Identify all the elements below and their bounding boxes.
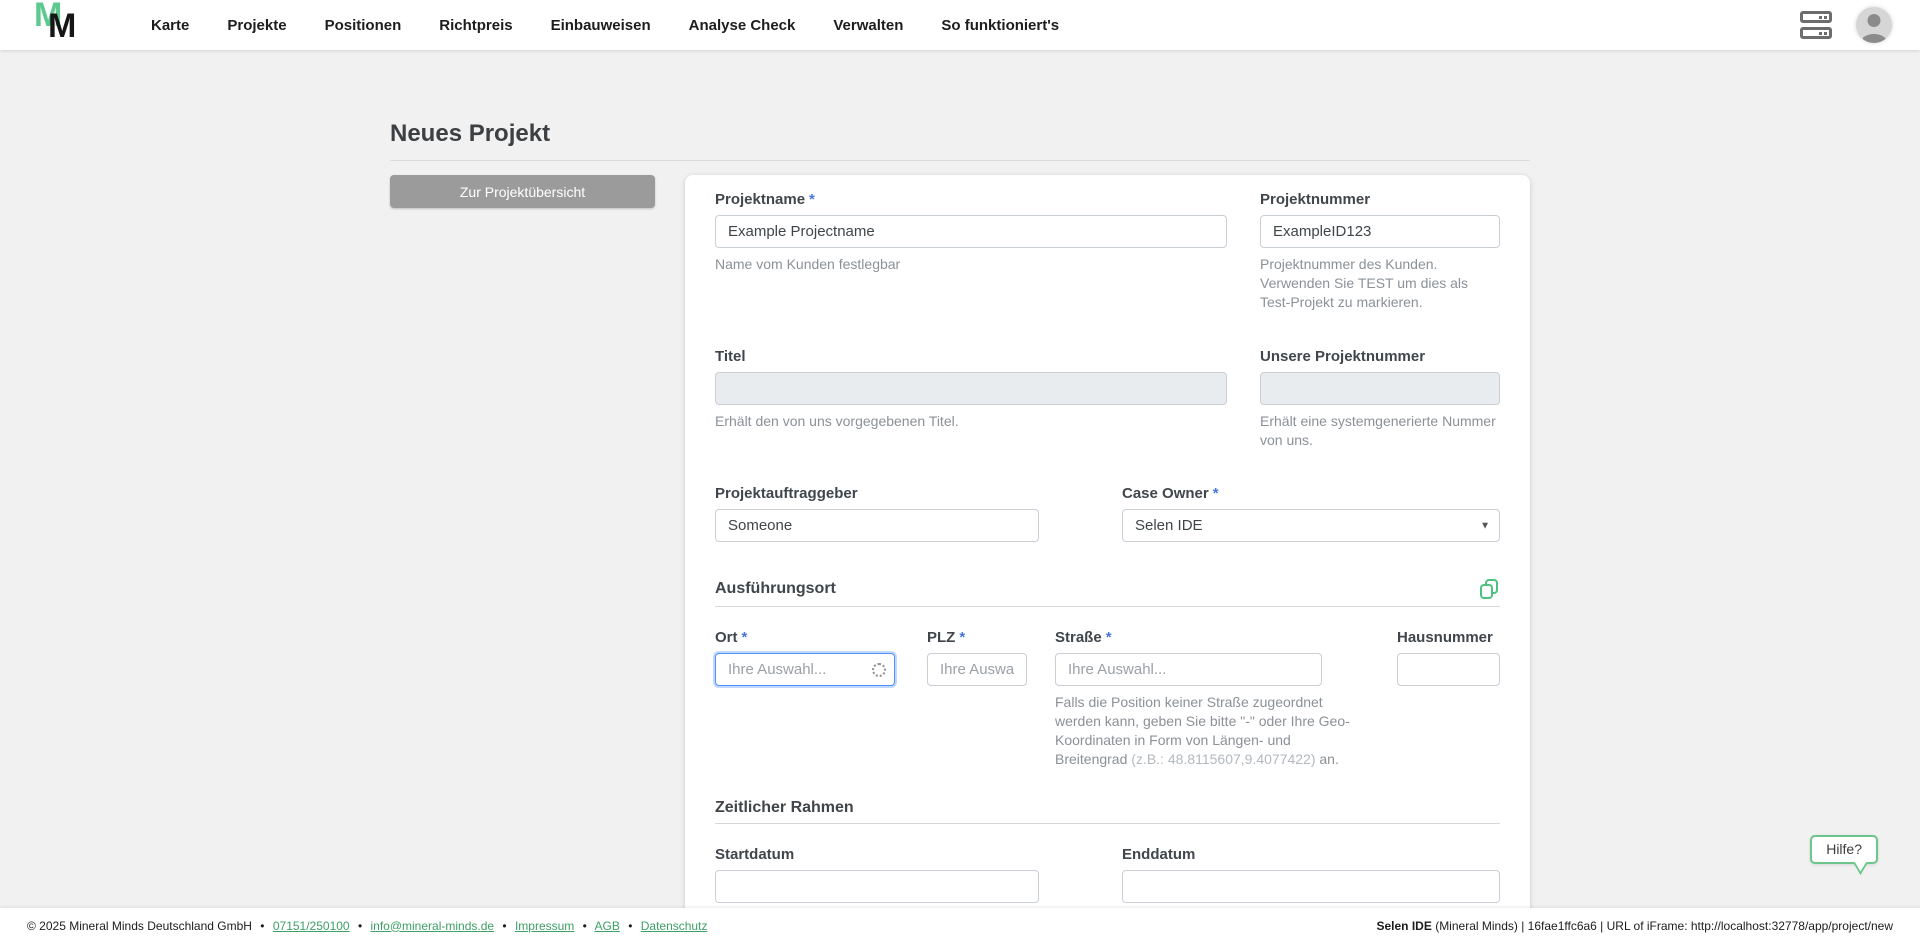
copyright-text: © 2025 Mineral Minds Deutschland GmbH — [27, 919, 252, 933]
section-divider — [715, 606, 1500, 607]
required-asterisk: * — [1213, 485, 1219, 502]
footer-link-agb[interactable]: AGB — [595, 919, 620, 933]
plz-label: PLZ* — [927, 629, 1027, 646]
startdatum-input[interactable] — [715, 870, 1039, 903]
title-divider — [390, 160, 1530, 161]
unsere-projektnummer-label: Unsere Projektnummer — [1260, 348, 1500, 365]
enddatum-label: Enddatum — [1122, 846, 1500, 863]
section-title-zeitlicher-rahmen: Zeitlicher Rahmen — [715, 799, 854, 817]
footer-left: © 2025 Mineral Minds Deutschland GmbH • … — [27, 919, 707, 933]
unsere-projektnummer-helper: Erhält eine systemgenerierte Nummer von … — [1260, 412, 1500, 450]
field-projektnummer: Projektnummer Projektnummer des Kunden. … — [1260, 191, 1500, 312]
nav-item-verwalten[interactable]: Verwalten — [814, 17, 922, 34]
page-content: Neues Projekt Zur Projektübersicht Proje… — [390, 50, 1530, 943]
help-button[interactable]: Hilfe? — [1810, 835, 1878, 864]
field-projektname: Projektname* Name vom Kunden festlegbar — [715, 191, 1227, 312]
enddatum-input[interactable] — [1122, 870, 1500, 903]
field-strasse: Straße* Falls die Position keiner Straße… — [1055, 629, 1362, 769]
section-divider — [715, 823, 1500, 824]
project-form-card: Projektname* Name vom Kunden festlegbar … — [685, 175, 1530, 931]
required-asterisk: * — [1106, 629, 1112, 646]
main-nav: Karte Projekte Positionen Richtpreis Ein… — [132, 17, 1078, 34]
strasse-input[interactable] — [1055, 653, 1322, 686]
nav-item-so-funktionierts[interactable]: So funktioniert's — [922, 17, 1078, 34]
unsere-projektnummer-input — [1260, 372, 1500, 405]
copy-icon[interactable] — [1478, 578, 1500, 600]
user-avatar-icon[interactable] — [1856, 7, 1892, 43]
nav-item-positionen[interactable]: Positionen — [306, 17, 421, 34]
field-hausnummer: Hausnummer — [1397, 629, 1500, 769]
page-title: Neues Projekt — [390, 120, 1530, 148]
footer: © 2025 Mineral Minds Deutschland GmbH • … — [0, 908, 1920, 943]
back-to-project-overview-button[interactable]: Zur Projektübersicht — [390, 175, 655, 208]
nav-item-karte[interactable]: Karte — [132, 17, 208, 34]
footer-link-impressum[interactable]: Impressum — [515, 919, 574, 933]
chevron-down-icon: ▼ — [1480, 520, 1490, 531]
field-startdatum: Startdatum — [715, 846, 1089, 903]
projektname-helper: Name vom Kunden festlegbar — [715, 255, 1227, 274]
field-projektauftraggeber: Projektauftraggeber — [715, 485, 1089, 542]
field-case-owner: Case Owner* Selen IDE ▼ — [1122, 485, 1500, 542]
projektnummer-label: Projektnummer — [1260, 191, 1500, 208]
footer-link-email[interactable]: info@mineral-minds.de — [370, 919, 494, 933]
footer-link-datenschutz[interactable]: Datenschutz — [641, 919, 708, 933]
logo-black-m: M — [48, 7, 76, 46]
loading-spinner-icon — [872, 663, 886, 677]
hausnummer-input[interactable] — [1397, 653, 1500, 686]
projektname-label: Projektname* — [715, 191, 1227, 208]
server-icon[interactable] — [1800, 11, 1832, 39]
titel-helper: Erhält den von uns vorgegebenen Titel. — [715, 412, 1227, 431]
field-enddatum: Enddatum — [1122, 846, 1500, 903]
projektname-input[interactable] — [715, 215, 1227, 248]
strasse-helper: Falls die Position keiner Straße zugeord… — [1055, 693, 1362, 769]
case-owner-label: Case Owner* — [1122, 485, 1500, 502]
projektnummer-helper: Projektnummer des Kunden. Verwenden Sie … — [1260, 255, 1500, 312]
nav-item-einbauweisen[interactable]: Einbauweisen — [532, 17, 670, 34]
required-asterisk: * — [742, 629, 748, 646]
required-asterisk: * — [809, 191, 815, 208]
projektauftraggeber-label: Projektauftraggeber — [715, 485, 1089, 502]
case-owner-select[interactable]: Selen IDE ▼ — [1122, 509, 1500, 542]
ort-label: Ort* — [715, 629, 895, 646]
server-icon-row — [1800, 27, 1832, 39]
footer-session-info: Selen IDE (Mineral Minds) | 16fae1ffc6a6… — [1377, 919, 1894, 933]
ort-input[interactable] — [715, 653, 895, 686]
startdatum-label: Startdatum — [715, 846, 1089, 863]
section-title-ausfuehrungsort: Ausführungsort — [715, 580, 836, 598]
field-ort: Ort* — [715, 629, 895, 769]
titel-label: Titel — [715, 348, 1227, 365]
required-asterisk: * — [959, 629, 965, 646]
mineral-minds-logo[interactable]: M M — [24, 0, 104, 50]
field-titel: Titel Erhält den von uns vorgegebenen Ti… — [715, 348, 1227, 450]
nav-item-richtpreis[interactable]: Richtpreis — [420, 17, 531, 34]
field-unsere-projektnummer: Unsere Projektnummer Erhält eine systemg… — [1260, 348, 1500, 450]
strasse-label: Straße* — [1055, 629, 1362, 646]
titel-input — [715, 372, 1227, 405]
nav-item-projekte[interactable]: Projekte — [208, 17, 305, 34]
case-owner-selected-value: Selen IDE — [1135, 517, 1203, 534]
footer-user-name: Selen IDE — [1377, 919, 1432, 933]
hausnummer-label: Hausnummer — [1397, 629, 1500, 646]
server-icon-row — [1800, 11, 1832, 23]
footer-link-phone[interactable]: 07151/250100 — [273, 919, 350, 933]
projektnummer-input[interactable] — [1260, 215, 1500, 248]
plz-input[interactable] — [927, 653, 1027, 686]
field-plz: PLZ* — [927, 629, 1027, 769]
projektauftraggeber-input[interactable] — [715, 509, 1039, 542]
footer-session-details: (Mineral Minds) | 16fae1ffc6a6 | URL of … — [1432, 919, 1893, 933]
nav-item-analyse-check[interactable]: Analyse Check — [670, 17, 815, 34]
top-navigation-bar: M M Karte Projekte Positionen Richtpreis… — [0, 0, 1920, 50]
help-button-label: Hilfe? — [1826, 841, 1862, 857]
